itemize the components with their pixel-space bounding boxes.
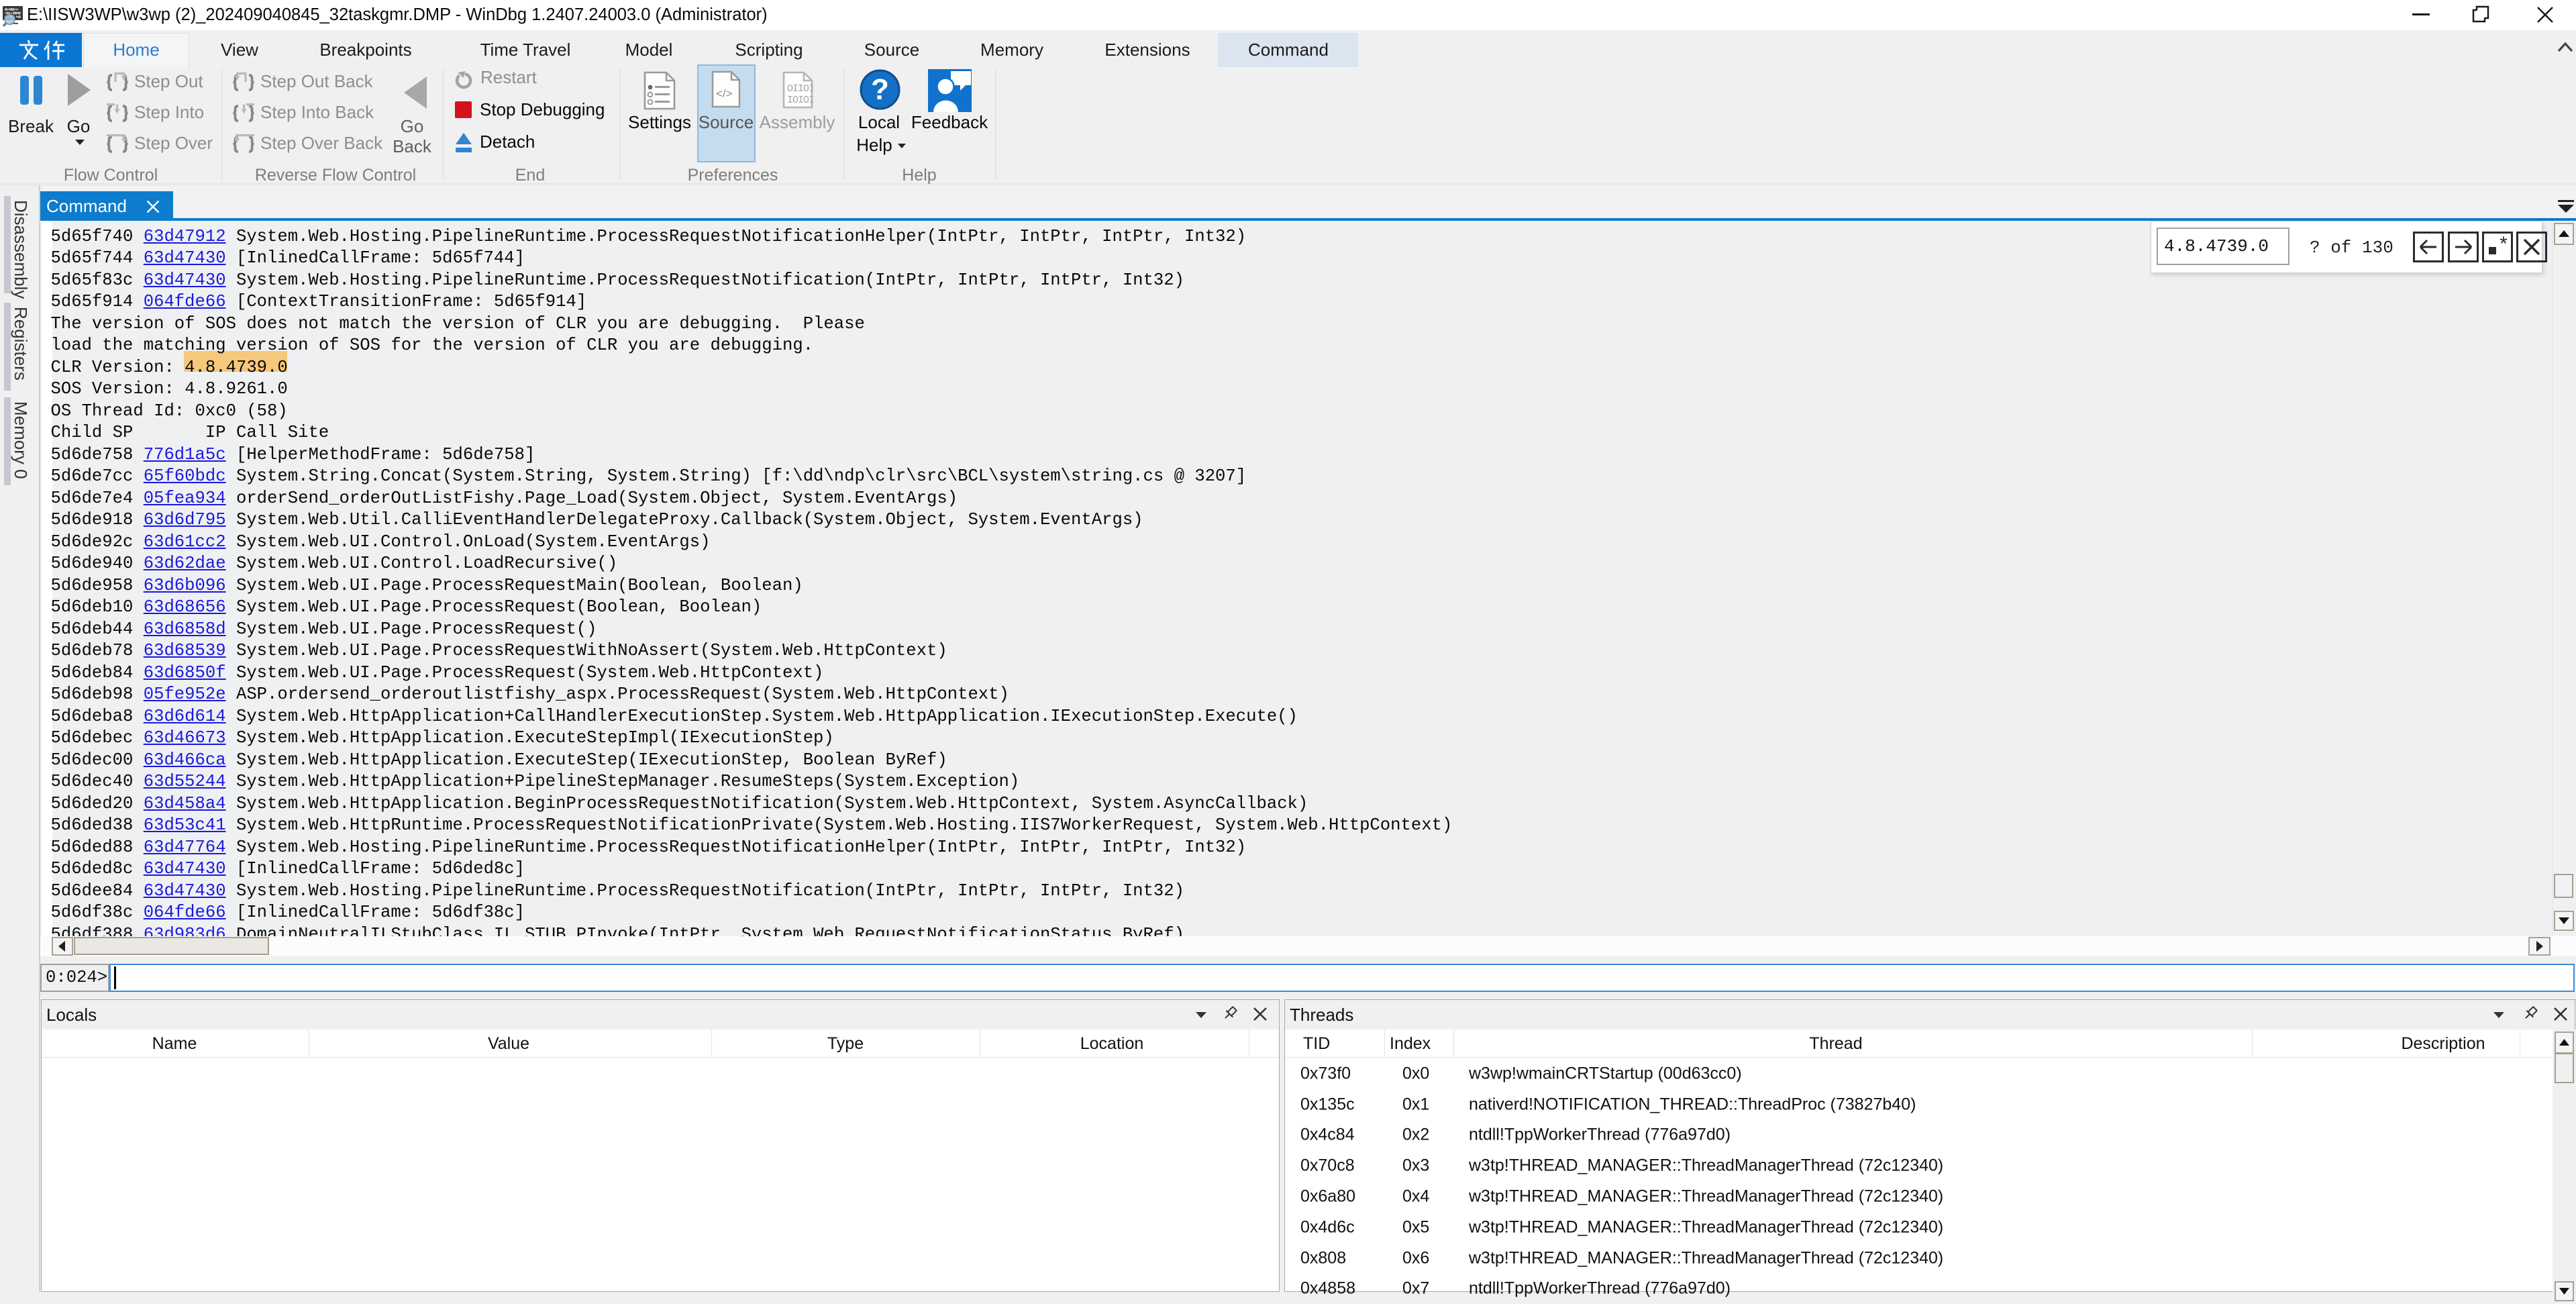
svg-text:OIIOI: OIIOI	[787, 83, 813, 95]
svg-text:?: ?	[871, 73, 889, 106]
svg-text:</>: </>	[716, 87, 733, 100]
svg-text:*: *	[2497, 235, 2510, 258]
svg-text:IOIOI: IOIOI	[787, 95, 813, 106]
